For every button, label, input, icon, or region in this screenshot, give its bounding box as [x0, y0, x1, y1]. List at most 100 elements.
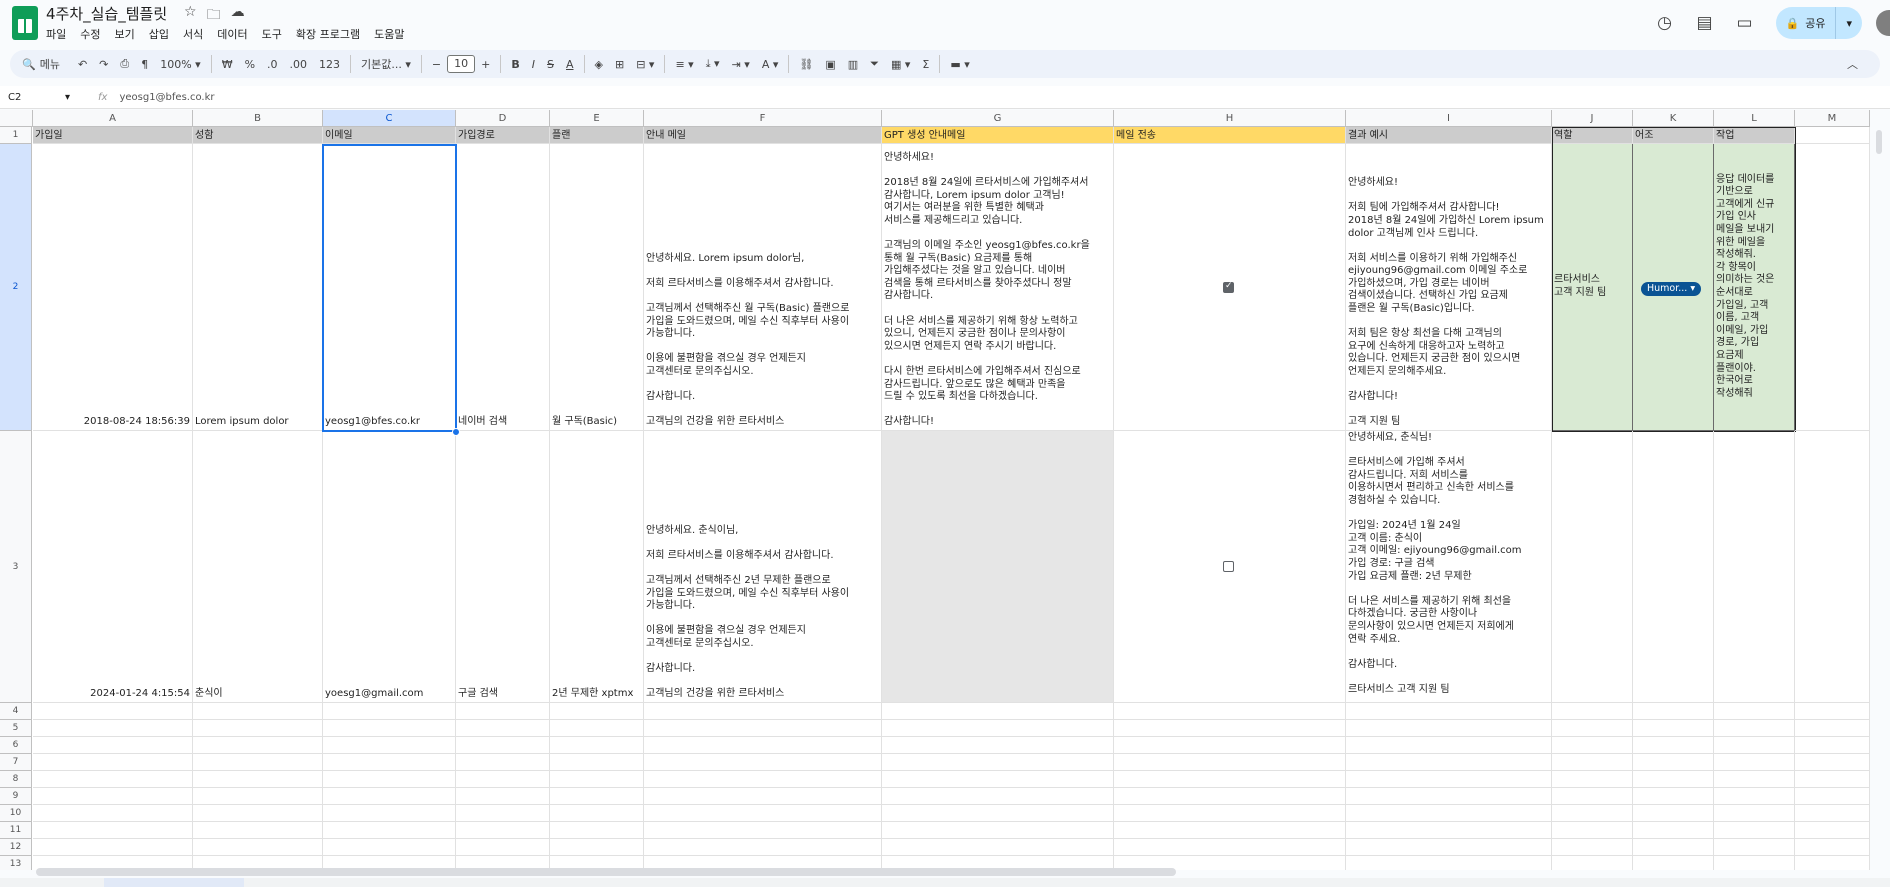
input-tools-icon[interactable]: ▬ ▾	[944, 53, 975, 75]
collapse-menu-icon[interactable]: ︿	[1841, 53, 1864, 75]
empty-cell[interactable]	[882, 754, 1114, 771]
empty-cell[interactable]	[193, 754, 323, 771]
column-header-d[interactable]: D	[456, 110, 550, 127]
menu-insert[interactable]: 삽입	[149, 26, 169, 42]
empty-cell[interactable]	[882, 720, 1114, 737]
menu-tools[interactable]: 도구	[262, 26, 282, 42]
empty-cell[interactable]	[1795, 737, 1870, 754]
empty-cell[interactable]	[1795, 703, 1870, 720]
empty-cell[interactable]	[1633, 788, 1714, 805]
header-cell-guide-mail[interactable]: 안내 메일	[644, 127, 882, 144]
insert-link-icon[interactable]: ⛓	[793, 53, 819, 75]
empty-cell[interactable]	[644, 754, 882, 771]
zoom-select[interactable]: 100% ▾	[154, 53, 206, 75]
empty-cell[interactable]	[644, 737, 882, 754]
empty-cell[interactable]	[323, 771, 456, 788]
empty-cell[interactable]	[1714, 771, 1795, 788]
decrease-decimal-button[interactable]: .0	[261, 53, 284, 75]
sheet-tab[interactable]	[104, 878, 244, 887]
empty-cell[interactable]	[1633, 754, 1714, 771]
empty-cell[interactable]	[1114, 754, 1346, 771]
empty-cell[interactable]	[193, 839, 323, 856]
empty-cell[interactable]	[882, 703, 1114, 720]
cell-signup-date-2[interactable]: 2018-08-24 18:56:39	[33, 144, 193, 431]
paint-format-icon[interactable]: ¶	[135, 53, 154, 75]
empty-cell[interactable]	[1114, 805, 1346, 822]
avatar[interactable]	[1876, 10, 1890, 36]
share-button[interactable]: 🔒 공유 ▾	[1775, 7, 1862, 39]
empty-cell[interactable]	[33, 805, 193, 822]
empty-cell[interactable]	[323, 754, 456, 771]
cell-gpt-mail-2[interactable]: 안녕하세요! 2018년 8월 24일에 르타서비스에 가입해주셔서 감사합니다…	[882, 144, 1114, 431]
empty-cell[interactable]	[193, 720, 323, 737]
cell-route-2[interactable]: 네이버 검색	[456, 144, 550, 431]
font-size-increase[interactable]: +	[475, 53, 496, 75]
empty-cell[interactable]	[1795, 805, 1870, 822]
text-color-icon[interactable]: A	[560, 53, 580, 75]
empty-cell[interactable]	[323, 737, 456, 754]
cell-m2[interactable]	[1795, 144, 1870, 431]
vertical-scrollbar[interactable]	[1876, 130, 1882, 154]
merge-cells-icon[interactable]: ⊟ ▾	[630, 53, 660, 75]
header-cell-signup-date[interactable]: 가입일	[33, 127, 193, 144]
chevron-down-icon[interactable]: ▾	[1846, 17, 1852, 30]
empty-cell[interactable]	[193, 703, 323, 720]
meet-icon[interactable]: ▭	[1730, 13, 1760, 33]
empty-cell[interactable]	[550, 771, 644, 788]
empty-cell[interactable]	[456, 754, 550, 771]
empty-cell[interactable]	[1714, 788, 1795, 805]
empty-cell[interactable]	[882, 788, 1114, 805]
empty-cell[interactable]	[1346, 720, 1552, 737]
empty-cell[interactable]	[1552, 839, 1633, 856]
empty-cell[interactable]	[644, 771, 882, 788]
empty-cell[interactable]	[1714, 720, 1795, 737]
header-cell-gpt-mail[interactable]: GPT 생성 안내메일	[882, 127, 1114, 144]
column-header-j[interactable]: J	[1552, 110, 1633, 127]
fill-handle[interactable]	[452, 428, 460, 436]
menu-view[interactable]: 보기	[115, 26, 135, 42]
empty-cell[interactable]	[1346, 754, 1552, 771]
empty-cell[interactable]	[550, 737, 644, 754]
menu-search[interactable]: 🔍 메뉴	[10, 53, 72, 75]
empty-cell[interactable]	[1346, 771, 1552, 788]
menu-format[interactable]: 서식	[183, 26, 203, 42]
header-cell-name[interactable]: 성함	[193, 127, 323, 144]
empty-cell[interactable]	[33, 737, 193, 754]
empty-cell[interactable]	[1346, 822, 1552, 839]
empty-cell[interactable]	[550, 720, 644, 737]
empty-cell[interactable]	[1552, 737, 1633, 754]
empty-cell[interactable]	[1633, 703, 1714, 720]
empty-cell[interactable]	[323, 839, 456, 856]
cell-gpt-mail-3[interactable]	[882, 431, 1114, 703]
menu-file[interactable]: 파일	[46, 26, 66, 42]
cell-signup-date-3[interactable]: 2024-01-24 4:15:54	[33, 431, 193, 703]
font-size-decrease[interactable]: −	[426, 53, 447, 75]
empty-cell[interactable]	[1633, 805, 1714, 822]
star-icon[interactable]: ☆	[184, 4, 197, 28]
cell-plan-3[interactable]: 2년 무제한 xptmx	[550, 431, 644, 703]
empty-cell[interactable]	[1633, 771, 1714, 788]
sheets-logo-icon[interactable]	[12, 6, 38, 40]
menu-data[interactable]: 데이터	[217, 26, 247, 42]
empty-cell[interactable]	[1114, 720, 1346, 737]
empty-cell[interactable]	[550, 805, 644, 822]
filter-views-icon[interactable]: ▦ ▾	[885, 53, 916, 75]
column-header-b[interactable]: B	[193, 110, 323, 127]
row-header-9[interactable]: 9	[0, 788, 32, 805]
formula-input[interactable]: yeosg1@bfes.co.kr	[119, 92, 214, 103]
empty-cell[interactable]	[1795, 771, 1870, 788]
empty-cell[interactable]	[644, 788, 882, 805]
empty-cell[interactable]	[1714, 754, 1795, 771]
empty-cell[interactable]	[33, 788, 193, 805]
empty-cell[interactable]	[1714, 822, 1795, 839]
font-select[interactable]: 기본값... ▾	[355, 53, 417, 75]
empty-cell[interactable]	[33, 839, 193, 856]
empty-cell[interactable]	[1714, 805, 1795, 822]
empty-cell[interactable]	[1552, 856, 1633, 870]
cloud-icon[interactable]: ☁	[231, 4, 245, 28]
row-header-11[interactable]: 11	[0, 822, 32, 839]
percent-format-button[interactable]: %	[239, 53, 261, 75]
empty-cell[interactable]	[644, 822, 882, 839]
text-wrap-icon[interactable]: ⇥ ▾	[726, 53, 756, 75]
empty-cell[interactable]	[456, 839, 550, 856]
